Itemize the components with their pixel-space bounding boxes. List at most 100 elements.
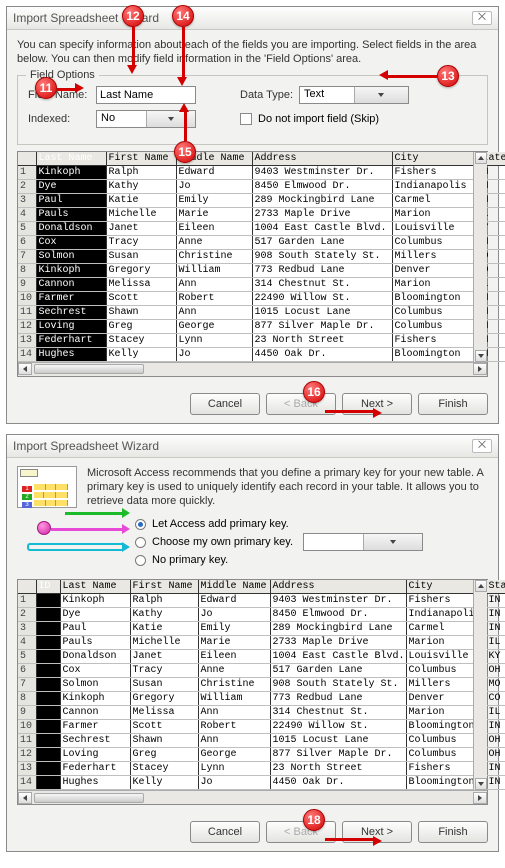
- cell[interactable]: Janet: [106, 221, 176, 235]
- column-header[interactable]: Last Name: [60, 580, 130, 594]
- pk-field-dropdown[interactable]: [303, 533, 423, 551]
- cell[interactable]: Anne: [198, 664, 270, 678]
- cell[interactable]: 8450 Elmwood Dr.: [252, 179, 392, 193]
- column-header[interactable]: Middle Name: [176, 152, 252, 166]
- cell[interactable]: Kelly: [130, 776, 198, 790]
- cell[interactable]: Ralph: [130, 594, 198, 608]
- cell[interactable]: 22490 Willow St.: [252, 291, 392, 305]
- table-row[interactable]: 9CannonMelissaAnn314 Chestnut St.MarionI…: [18, 706, 505, 720]
- table-row[interactable]: 4PaulsMichelleMarie2733 Maple DriveMario…: [18, 207, 505, 221]
- table-row[interactable]: 14HughesKellyJo4450 Oak Dr.BloomingtonIN: [18, 776, 505, 790]
- cell[interactable]: Farmer: [36, 291, 106, 305]
- cell[interactable]: [36, 650, 60, 664]
- scroll-right-icon[interactable]: [473, 792, 487, 804]
- cell[interactable]: Susan: [106, 249, 176, 263]
- next-button[interactable]: Next >: [342, 393, 412, 415]
- cell[interactable]: Michelle: [130, 636, 198, 650]
- cell[interactable]: Lynn: [198, 762, 270, 776]
- table-row[interactable]: 2DyeKathyJo8450 Elmwood Dr.IndianapolisI…: [18, 608, 505, 622]
- cell[interactable]: Susan: [130, 678, 198, 692]
- cell[interactable]: 2733 Maple Drive: [252, 207, 392, 221]
- cell[interactable]: Christine: [198, 678, 270, 692]
- cell[interactable]: Federhart: [60, 762, 130, 776]
- preview-grid[interactable]: Last NameFirst NameMiddle NameAddressCit…: [17, 151, 488, 377]
- cell[interactable]: Jo: [176, 179, 252, 193]
- cell[interactable]: 517 Garden Lane: [252, 235, 392, 249]
- cell[interactable]: 908 South Stately St.: [270, 678, 406, 692]
- table-row[interactable]: 9CannonMelissaAnn314 Chestnut St.MarionI…: [18, 277, 505, 291]
- cell[interactable]: Solmon: [36, 249, 106, 263]
- cell[interactable]: Robert: [198, 720, 270, 734]
- horizontal-scrollbar[interactable]: [18, 362, 487, 376]
- cell[interactable]: Bloomington: [392, 291, 474, 305]
- cell[interactable]: Lynn: [176, 333, 252, 347]
- indexed-dropdown[interactable]: No: [96, 110, 196, 128]
- cell[interactable]: 8450 Elmwood Dr.: [270, 608, 406, 622]
- table-row[interactable]: 7SolmonSusanChristine908 South Stately S…: [18, 249, 505, 263]
- table-row[interactable]: 13FederhartStaceyLynn23 North StreetFish…: [18, 333, 505, 347]
- cell[interactable]: Donaldson: [60, 650, 130, 664]
- cell[interactable]: Marie: [176, 207, 252, 221]
- table-row[interactable]: 6CoxTracyAnne517 Garden LaneColumbusOH58…: [18, 235, 505, 249]
- table-row[interactable]: 3PaulKatieEmily289 Mockingbird LaneCarme…: [18, 193, 505, 207]
- table-row[interactable]: 5DonaldsonJanetEileen1004 East Castle Bl…: [18, 650, 505, 664]
- table-row[interactable]: 11SechrestShawnAnn1015 Locust LaneColumb…: [18, 734, 505, 748]
- cell[interactable]: [36, 692, 60, 706]
- cell[interactable]: Scott: [106, 291, 176, 305]
- skip-checkbox[interactable]: [240, 113, 252, 125]
- cancel-button[interactable]: Cancel: [190, 393, 260, 415]
- chevron-down-icon[interactable]: [146, 111, 196, 127]
- cell[interactable]: George: [198, 748, 270, 762]
- column-header[interactable]: Address: [270, 580, 406, 594]
- cancel-button[interactable]: Cancel: [190, 821, 260, 843]
- table-row[interactable]: 4PaulsMichelleMarie2733 Maple DriveMario…: [18, 636, 505, 650]
- cell[interactable]: Denver: [392, 263, 474, 277]
- cell[interactable]: Cannon: [36, 277, 106, 291]
- radio-icon[interactable]: [135, 555, 146, 566]
- cell[interactable]: Anne: [176, 235, 252, 249]
- cell[interactable]: Christine: [176, 249, 252, 263]
- column-header[interactable]: Address: [252, 152, 392, 166]
- cell[interactable]: Shawn: [106, 305, 176, 319]
- cell[interactable]: 773 Redbud Lane: [252, 263, 392, 277]
- cell[interactable]: Shawn: [130, 734, 198, 748]
- column-header[interactable]: State: [486, 580, 505, 594]
- cell[interactable]: 877 Silver Maple Dr.: [252, 319, 392, 333]
- cell[interactable]: 773 Redbud Lane: [270, 692, 406, 706]
- cell[interactable]: Loving: [36, 319, 106, 333]
- cell[interactable]: [36, 608, 60, 622]
- cell[interactable]: IN: [486, 762, 505, 776]
- cell[interactable]: 2733 Maple Drive: [270, 636, 406, 650]
- cell[interactable]: [36, 720, 60, 734]
- field-name-input[interactable]: [96, 86, 196, 104]
- cell[interactable]: [36, 748, 60, 762]
- cell[interactable]: 1004 East Castle Blvd.: [270, 650, 406, 664]
- back-button[interactable]: < Back: [266, 393, 336, 415]
- cell[interactable]: [36, 622, 60, 636]
- cell[interactable]: 314 Chestnut St.: [252, 277, 392, 291]
- cell[interactable]: Fishers: [392, 165, 474, 179]
- table-row[interactable]: 1KinkophRalphEdward9403 Westminster Dr.F…: [18, 594, 505, 608]
- cell[interactable]: Cannon: [60, 706, 130, 720]
- cell[interactable]: Millers: [392, 249, 474, 263]
- titlebar[interactable]: Import Spreadsheet Wizard ⨉: [7, 435, 498, 458]
- cell[interactable]: Marion: [392, 207, 474, 221]
- chevron-down-icon[interactable]: [363, 534, 423, 550]
- radio-icon[interactable]: [135, 537, 146, 548]
- cell[interactable]: 1004 East Castle Blvd.: [252, 221, 392, 235]
- cell[interactable]: Pauls: [60, 636, 130, 650]
- table-row[interactable]: 1KinkophRalphEdward9403 Westminster Dr.F…: [18, 165, 505, 179]
- cell[interactable]: Gregory: [130, 692, 198, 706]
- cell[interactable]: Katie: [130, 622, 198, 636]
- column-header[interactable]: First Name: [106, 152, 176, 166]
- cell[interactable]: Indianapolis: [392, 179, 474, 193]
- cell[interactable]: OH: [486, 748, 505, 762]
- option-choose-own[interactable]: Choose my own primary key.: [135, 533, 488, 551]
- scroll-up-icon[interactable]: [475, 152, 487, 164]
- cell[interactable]: 289 Mockingbird Lane: [270, 622, 406, 636]
- cell[interactable]: Paul: [36, 193, 106, 207]
- titlebar[interactable]: Import Spreadsheet Wizard ⨉: [7, 7, 498, 30]
- cell[interactable]: IN: [486, 608, 505, 622]
- cell[interactable]: Kinkoph: [60, 692, 130, 706]
- table-row[interactable]: 10FarmerScottRobert22490 Willow St.Bloom…: [18, 720, 505, 734]
